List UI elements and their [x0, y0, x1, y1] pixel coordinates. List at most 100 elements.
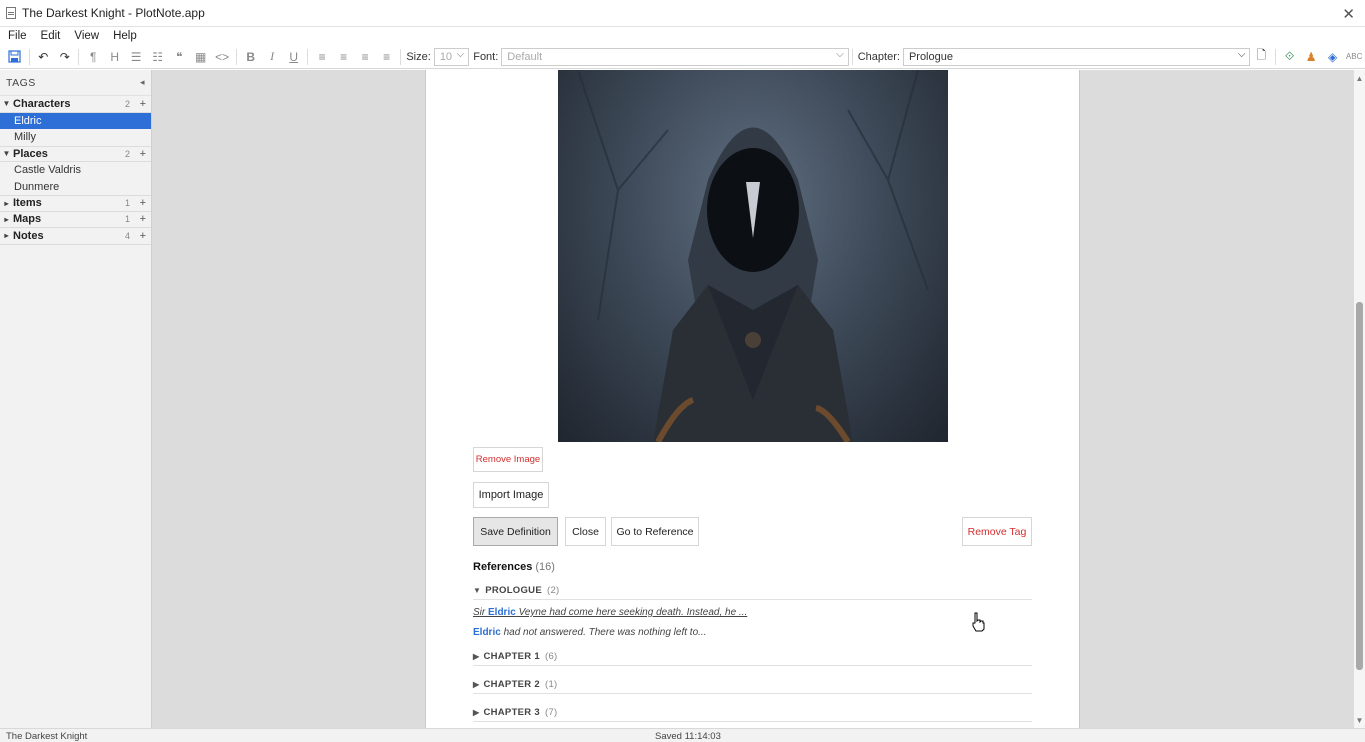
new-chapter-icon[interactable]: 🗋 — [1251, 47, 1271, 67]
references-count: (16) — [535, 561, 555, 573]
paragraph-icon[interactable]: ¶ — [83, 47, 103, 67]
go-to-reference-button[interactable]: Go to Reference — [611, 517, 699, 546]
save-definition-button[interactable]: Save Definition — [473, 517, 558, 546]
font-select[interactable]: Default ⌵ — [501, 47, 849, 66]
section-label: CHAPTER 1 — [483, 651, 540, 662]
add-tag-icon[interactable]: + — [140, 197, 146, 209]
toolbar-divider — [78, 48, 80, 65]
numbered-list-icon[interactable]: ☷ — [148, 47, 168, 67]
tag-icon[interactable]: ◈ — [1323, 47, 1343, 67]
tag-item-eldric[interactable]: Eldric — [0, 112, 151, 129]
category-places[interactable]: ▼ Places 2 + — [0, 145, 151, 162]
tag-item-castle-valdris[interactable]: Castle Valdris — [0, 162, 151, 179]
add-tag-icon[interactable]: + — [140, 148, 146, 160]
section-count: (1) — [545, 679, 558, 690]
close-window-icon[interactable]: ✕ — [1342, 5, 1355, 23]
font-size-select[interactable]: 10 ⌵ — [433, 47, 470, 66]
category-count: 1 — [124, 214, 130, 225]
font-label: Font: — [473, 50, 499, 63]
category-count: 4 — [124, 230, 130, 241]
category-notes[interactable]: ▸ Notes 4 + — [0, 228, 151, 245]
section-chapter-2[interactable]: ▶ CHAPTER 2 (1) — [473, 676, 1032, 694]
ref-after: had not answered. There was nothing left… — [500, 627, 707, 638]
character-stamp-icon[interactable]: ♟ — [1301, 47, 1321, 67]
category-count: 2 — [124, 148, 130, 159]
section-label: CHAPTER 3 — [483, 707, 540, 718]
toolbar-divider — [400, 48, 402, 65]
undo-icon[interactable]: ↶ — [33, 47, 53, 67]
expand-triangle-icon: ▼ — [2, 99, 11, 109]
add-tag-icon[interactable]: + — [140, 213, 146, 225]
ref-name: Eldric — [488, 607, 516, 618]
vertical-scrollbar[interactable]: ▲ ▼ — [1354, 70, 1365, 728]
references-header: References (16) — [473, 561, 555, 573]
remove-image-button[interactable]: Remove Image — [473, 447, 543, 472]
status-saved-time: Saved 11:14:03 — [655, 731, 721, 742]
menu-file[interactable]: File — [4, 30, 31, 42]
align-justify-icon[interactable]: ≡ — [377, 47, 397, 67]
category-count: 2 — [124, 98, 130, 109]
editor-canvas: Remove Image Import Image Save Definitio… — [152, 70, 1354, 728]
ref-name: Eldric — [473, 627, 501, 638]
redo-icon[interactable]: ↷ — [55, 47, 75, 67]
category-characters[interactable]: ▼ Characters 2 + — [0, 96, 151, 113]
collapsed-triangle-icon: ▸ — [4, 198, 9, 208]
scrollbar-thumb[interactable] — [1356, 302, 1363, 670]
status-project-name: The Darkest Knight — [6, 731, 88, 742]
references-label: References — [473, 561, 533, 573]
align-left-icon[interactable]: ≡ — [312, 47, 332, 67]
graph-icon[interactable]: ⟐ — [1280, 47, 1300, 67]
italic-icon[interactable]: I — [262, 47, 282, 67]
section-prologue[interactable]: ▼ PROLOGUE (2) — [473, 582, 1032, 600]
spellcheck-icon[interactable]: ABC — [1344, 47, 1364, 67]
chevron-down-icon: ⌵ — [1237, 48, 1246, 60]
tags-header: TAGS ◂ — [0, 70, 151, 96]
align-right-icon[interactable]: ≡ — [355, 47, 375, 67]
chapter-select[interactable]: Prologue ⌵ — [902, 47, 1251, 66]
import-image-button[interactable]: Import Image — [473, 482, 549, 508]
table-icon[interactable]: ▦ — [191, 47, 211, 67]
category-label: Notes — [13, 229, 44, 242]
ref-before: Sir — [473, 607, 488, 618]
toolbar-divider — [235, 48, 237, 65]
tag-item-milly[interactable]: Milly — [0, 129, 151, 146]
section-label: CHAPTER 2 — [483, 679, 540, 690]
reference-snippet[interactable]: Sir Eldric Veyne had come here seeking d… — [473, 607, 747, 618]
hand-cursor-icon — [972, 612, 985, 632]
chapter-value: Prologue — [908, 50, 953, 63]
scroll-up-icon[interactable]: ▲ — [1354, 74, 1365, 84]
category-count: 1 — [124, 198, 130, 209]
expand-triangle-icon: ▼ — [473, 586, 482, 595]
section-chapter-1[interactable]: ▶ CHAPTER 1 (6) — [473, 648, 1032, 666]
character-portrait-image — [558, 70, 948, 442]
menu-edit[interactable]: Edit — [37, 30, 65, 42]
tags-sidebar: TAGS ◂ ▼ Characters 2 + Eldric Milly ▼ P… — [0, 70, 152, 728]
heading-icon[interactable]: H — [105, 47, 125, 67]
section-count: (2) — [546, 585, 560, 596]
section-label: PROLOGUE — [485, 585, 542, 596]
add-tag-icon[interactable]: + — [140, 230, 146, 242]
category-maps[interactable]: ▸ Maps 1 + — [0, 212, 151, 228]
code-icon[interactable]: <> — [212, 47, 232, 67]
close-button[interactable]: Close — [565, 517, 606, 546]
category-items[interactable]: ▸ Items 1 + — [0, 195, 151, 212]
add-tag-icon[interactable]: + — [140, 98, 146, 110]
bullet-list-icon[interactable]: ☰ — [126, 47, 146, 67]
section-chapter-3[interactable]: ▶ CHAPTER 3 (7) — [473, 704, 1032, 722]
quote-icon[interactable]: ❝ — [169, 47, 189, 67]
toolbar-divider — [851, 48, 853, 65]
chevron-down-icon: ⌵ — [456, 48, 465, 60]
remove-tag-button[interactable]: Remove Tag — [962, 517, 1032, 546]
chevron-down-icon: ⌵ — [836, 48, 844, 60]
bold-icon[interactable]: B — [241, 47, 261, 67]
reference-snippet[interactable]: Eldric had not answered. There was nothi… — [473, 627, 706, 638]
menu-help[interactable]: Help — [109, 30, 141, 42]
document-icon — [6, 7, 16, 19]
align-center-icon[interactable]: ≡ — [334, 47, 354, 67]
scroll-down-icon[interactable]: ▼ — [1354, 716, 1365, 726]
save-icon[interactable] — [5, 47, 25, 67]
underline-icon[interactable]: U — [284, 47, 304, 67]
tag-item-dunmere[interactable]: Dunmere — [0, 179, 151, 196]
menu-view[interactable]: View — [70, 30, 103, 42]
collapse-sidebar-icon[interactable]: ◂ — [140, 77, 145, 88]
